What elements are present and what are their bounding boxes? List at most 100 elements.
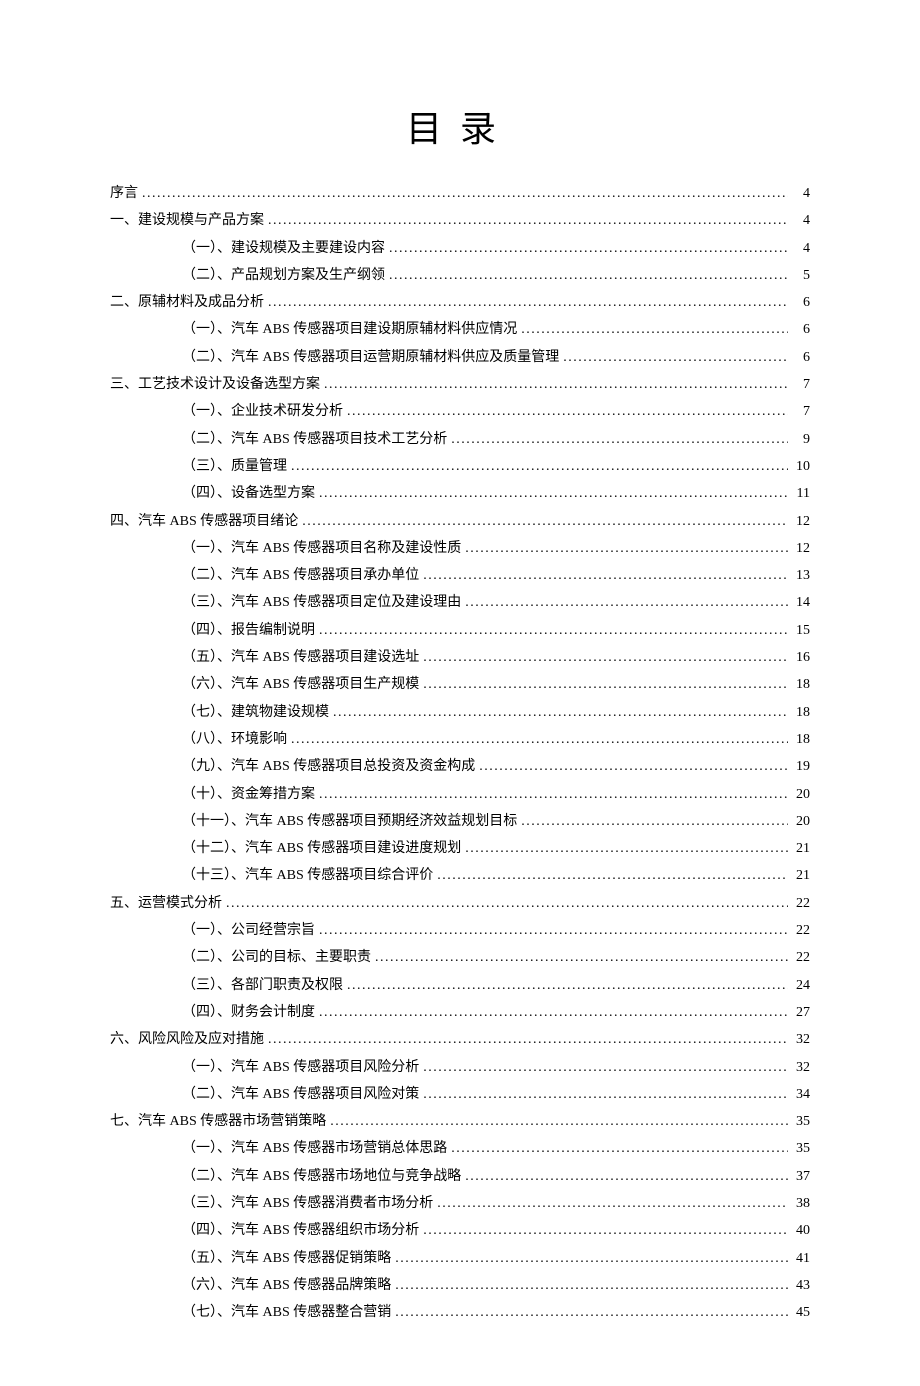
toc-entry[interactable]: （二）、汽车 ABS 传感器项目技术工艺分析 9 bbox=[110, 426, 810, 453]
toc-entry-page: 32 bbox=[792, 1026, 810, 1053]
toc-entry[interactable]: （二）、产品规划方案及生产纲领5 bbox=[110, 262, 810, 289]
toc-entry[interactable]: （一）、公司经营宗旨 22 bbox=[110, 917, 810, 944]
toc-entry[interactable]: 四、汽车 ABS 传感器项目绪论12 bbox=[110, 508, 810, 535]
toc-entry-label: （十一）、汽车 ABS 传感器项目预期经济效益规划目标 bbox=[182, 808, 517, 835]
toc-entry[interactable]: 三、工艺技术设计及设备选型方案7 bbox=[110, 371, 810, 398]
toc-entry-page: 27 bbox=[792, 999, 810, 1026]
toc-dots bbox=[465, 835, 788, 862]
toc-entry-page: 9 bbox=[792, 426, 810, 453]
toc-entry[interactable]: （十一）、汽车 ABS 传感器项目预期经济效益规划目标20 bbox=[110, 808, 810, 835]
toc-dots bbox=[347, 398, 788, 425]
toc-entry[interactable]: （四）、设备选型方案11 bbox=[110, 480, 810, 507]
toc-entry[interactable]: （七）、汽车 ABS 传感器整合营销45 bbox=[110, 1299, 810, 1326]
toc-entry-label: （三）、汽车 ABS 传感器消费者市场分析 bbox=[182, 1190, 433, 1217]
toc-dots bbox=[268, 289, 788, 316]
toc-dots bbox=[268, 207, 788, 234]
toc-entry[interactable]: （八）、环境影响18 bbox=[110, 726, 810, 753]
toc-entry[interactable]: （二）、汽车 ABS 传感器项目运营期原辅材料供应及质量管理6 bbox=[110, 344, 810, 371]
toc-entry[interactable]: （二）、汽车 ABS 传感器项目承办单位13 bbox=[110, 562, 810, 589]
toc-entry[interactable]: （七）、建筑物建设规模 18 bbox=[110, 699, 810, 726]
toc-entry[interactable]: （四）、财务会计制度 27 bbox=[110, 999, 810, 1026]
toc-entry-page: 22 bbox=[792, 890, 810, 917]
toc-entry[interactable]: （三）、汽车 ABS 传感器消费者市场分析 38 bbox=[110, 1190, 810, 1217]
toc-entry-page: 38 bbox=[792, 1190, 810, 1217]
toc-entry[interactable]: （一）、汽车 ABS 传感器市场营销总体思路35 bbox=[110, 1135, 810, 1162]
toc-entry-page: 6 bbox=[792, 316, 810, 343]
toc-entry[interactable]: 二、原辅材料及成品分析6 bbox=[110, 289, 810, 316]
toc-entry[interactable]: 六、风险风险及应对措施32 bbox=[110, 1026, 810, 1053]
toc-dots bbox=[465, 535, 788, 562]
toc-dots bbox=[563, 344, 788, 371]
toc-entry-label: （二）、汽车 ABS 传感器项目技术工艺分析 bbox=[182, 426, 447, 453]
toc-entry-page: 22 bbox=[792, 917, 810, 944]
toc-entry[interactable]: （一）、建设规模及主要建设内容4 bbox=[110, 235, 810, 262]
toc-entry-page: 41 bbox=[792, 1245, 810, 1272]
toc-entry[interactable]: （九）、汽车 ABS 传感器项目总投资及资金构成19 bbox=[110, 753, 810, 780]
toc-dots bbox=[521, 316, 788, 343]
toc-dots bbox=[389, 235, 788, 262]
page-container: 目录 序言4一、建设规模与产品方案4（一）、建设规模及主要建设内容4（二）、产品… bbox=[0, 0, 920, 1386]
toc-entry-page: 11 bbox=[792, 480, 810, 507]
toc-entry[interactable]: （二）、汽车 ABS 传感器市场地位与竞争战略 37 bbox=[110, 1163, 810, 1190]
toc-entry[interactable]: 序言4 bbox=[110, 180, 810, 207]
toc-entry[interactable]: （三）、汽车 ABS 传感器项目定位及建设理由14 bbox=[110, 589, 810, 616]
toc-entry-label: （七）、汽车 ABS 传感器整合营销 bbox=[182, 1299, 391, 1326]
toc-entry[interactable]: （三）、质量管理10 bbox=[110, 453, 810, 480]
toc-entry[interactable]: （二）、汽车 ABS 传感器项目风险对策34 bbox=[110, 1081, 810, 1108]
toc-entry-page: 43 bbox=[792, 1272, 810, 1299]
toc-entry[interactable]: （五）、汽车 ABS 传感器项目建设选址16 bbox=[110, 644, 810, 671]
toc-entry-label: （二）、汽车 ABS 传感器市场地位与竞争战略 bbox=[182, 1163, 461, 1190]
toc-dots bbox=[423, 1054, 788, 1081]
toc-entry-label: （一）、汽车 ABS 传感器项目建设期原辅材料供应情况 bbox=[182, 316, 517, 343]
toc-entry-label: （十三）、汽车 ABS 传感器项目综合评价 bbox=[182, 862, 433, 889]
toc-entry-page: 10 bbox=[792, 453, 810, 480]
toc-entry-label: （四）、财务会计制度 bbox=[182, 999, 315, 1026]
toc-entry[interactable]: （一）、汽车 ABS 传感器项目风险分析32 bbox=[110, 1054, 810, 1081]
toc-entry[interactable]: （二）、公司的目标、主要职责22 bbox=[110, 944, 810, 971]
toc-entry-label: （五）、汽车 ABS 传感器项目建设选址 bbox=[182, 644, 419, 671]
toc-dots bbox=[333, 699, 788, 726]
toc-entry-page: 18 bbox=[792, 671, 810, 698]
toc-dots bbox=[423, 1081, 788, 1108]
toc-entry-page: 35 bbox=[792, 1135, 810, 1162]
toc-entry-page: 18 bbox=[792, 726, 810, 753]
toc-entry-label: （二）、汽车 ABS 传感器项目风险对策 bbox=[182, 1081, 419, 1108]
toc-entry-label: （七）、建筑物建设规模 bbox=[182, 699, 329, 726]
toc-entry-label: （三）、各部门职责及权限 bbox=[182, 972, 343, 999]
toc-entry[interactable]: （一）、汽车 ABS 传感器项目名称及建设性质12 bbox=[110, 535, 810, 562]
toc-entry[interactable]: （一）、汽车 ABS 传感器项目建设期原辅材料供应情况 6 bbox=[110, 316, 810, 343]
toc-dots bbox=[319, 917, 788, 944]
toc-dots bbox=[302, 508, 788, 535]
toc-entry[interactable]: （四）、汽车 ABS 传感器组织市场分析40 bbox=[110, 1217, 810, 1244]
toc-entry[interactable]: （三）、各部门职责及权限24 bbox=[110, 972, 810, 999]
toc-entry-page: 32 bbox=[792, 1054, 810, 1081]
toc-entry[interactable]: （一）、企业技术研发分析7 bbox=[110, 398, 810, 425]
toc-entry-label: （四）、汽车 ABS 传感器组织市场分析 bbox=[182, 1217, 419, 1244]
toc-entry[interactable]: （五）、汽车 ABS 传感器促销策略 41 bbox=[110, 1245, 810, 1272]
toc-dots bbox=[268, 1026, 788, 1053]
toc-entry-page: 18 bbox=[792, 699, 810, 726]
toc-entry-label: （一）、公司经营宗旨 bbox=[182, 917, 315, 944]
toc-entry-label: （五）、汽车 ABS 传感器促销策略 bbox=[182, 1245, 391, 1272]
toc-entry[interactable]: （六）、汽车 ABS 传感器品牌策略43 bbox=[110, 1272, 810, 1299]
toc-dots bbox=[479, 753, 788, 780]
toc-entry[interactable]: （六）、汽车 ABS 传感器项目生产规模18 bbox=[110, 671, 810, 698]
toc-entry-page: 13 bbox=[792, 562, 810, 589]
toc-entry-page: 6 bbox=[792, 289, 810, 316]
toc-entry-page: 37 bbox=[792, 1163, 810, 1190]
toc-entry[interactable]: 一、建设规模与产品方案4 bbox=[110, 207, 810, 234]
toc-entry[interactable]: （十三）、汽车 ABS 传感器项目综合评价21 bbox=[110, 862, 810, 889]
toc-entry[interactable]: （四）、报告编制说明15 bbox=[110, 617, 810, 644]
toc-dots bbox=[437, 862, 788, 889]
toc-entry-page: 14 bbox=[792, 589, 810, 616]
toc-entry[interactable]: （十二）、汽车 ABS 传感器项目建设进度规划21 bbox=[110, 835, 810, 862]
toc-entry[interactable]: （十）、资金筹措方案20 bbox=[110, 781, 810, 808]
toc-entry-page: 12 bbox=[792, 508, 810, 535]
toc-entry[interactable]: 五、运营模式分析22 bbox=[110, 890, 810, 917]
toc-entry-label: （二）、公司的目标、主要职责 bbox=[182, 944, 371, 971]
toc-entry-page: 7 bbox=[792, 371, 810, 398]
toc-entry[interactable]: 七、汽车 ABS 传感器市场营销策略35 bbox=[110, 1108, 810, 1135]
toc-dots bbox=[395, 1245, 788, 1272]
toc-entry-label: （二）、汽车 ABS 传感器项目运营期原辅材料供应及质量管理 bbox=[182, 344, 559, 371]
toc-entry-label: （十）、资金筹措方案 bbox=[182, 781, 315, 808]
